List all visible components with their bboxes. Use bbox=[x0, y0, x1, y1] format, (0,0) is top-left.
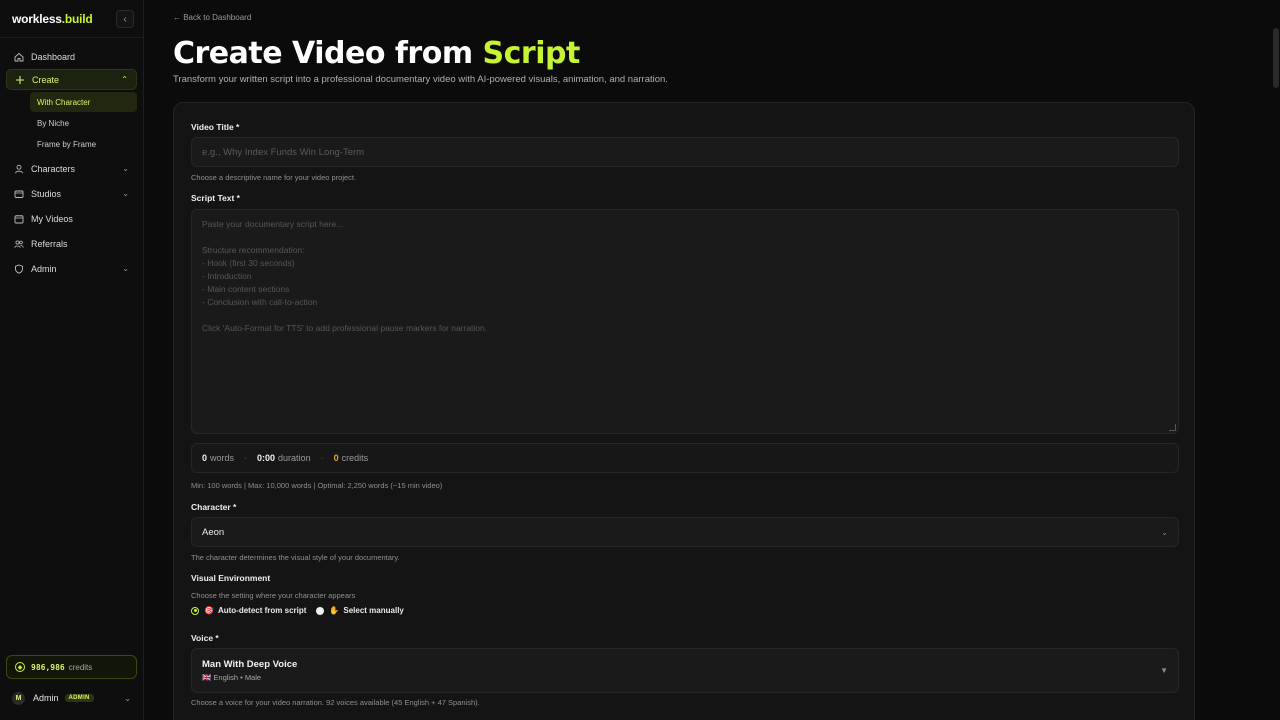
studio-icon bbox=[14, 189, 24, 199]
credits-label: credits bbox=[68, 662, 93, 672]
character-select[interactable]: Aeon ⌄ bbox=[191, 517, 1179, 547]
video-title-help: Choose a descriptive name for your video… bbox=[191, 173, 357, 182]
word-count: 0 bbox=[202, 453, 208, 463]
sidebar-item-admin[interactable]: Admin ⌄ bbox=[6, 258, 137, 279]
page-title-accent: Script bbox=[482, 36, 581, 71]
create-video-form: Video Title * e.g., Why Index Funds Win … bbox=[173, 102, 1195, 720]
users-icon bbox=[14, 239, 24, 249]
separator: · bbox=[320, 453, 324, 463]
script-placeholder-line: - Conclusion with call-to-action bbox=[202, 297, 318, 307]
option-auto-detect-label[interactable]: Auto-detect from script bbox=[218, 606, 306, 615]
scrollbar-thumb[interactable] bbox=[1273, 28, 1279, 88]
script-textarea[interactable]: Paste your documentary script here... St… bbox=[191, 209, 1179, 434]
chevron-down-icon: ⌄ bbox=[1161, 527, 1168, 537]
sidebar-subitem-with-character[interactable]: With Character bbox=[30, 92, 137, 112]
credits-cost: 0 bbox=[333, 453, 339, 463]
user-name: Admin bbox=[33, 693, 59, 703]
sidebar-item-label: Studios bbox=[31, 188, 62, 199]
hand-icon: ✋ bbox=[329, 606, 340, 615]
brand-tld: .build bbox=[61, 11, 93, 26]
sidebar-item-label: Referrals bbox=[31, 238, 68, 249]
plus-icon bbox=[15, 75, 25, 85]
credits-amount: 986,986 bbox=[31, 662, 65, 672]
main-content: ← Back to Dashboard Create Video from Sc… bbox=[144, 0, 1280, 720]
script-placeholder-line bbox=[202, 309, 1168, 322]
sidebar-item-dashboard[interactable]: Dashboard bbox=[6, 46, 137, 67]
visual-environment-help: Choose the setting where your character … bbox=[191, 591, 356, 600]
chevron-up-icon: ⌃ bbox=[121, 75, 128, 84]
radio-select-manually[interactable] bbox=[316, 606, 325, 615]
voice-meta: 🇬🇧 English • Male bbox=[202, 673, 262, 682]
sidebar-item-my-videos[interactable]: My Videos bbox=[6, 208, 137, 229]
script-placeholder-line: - Introduction bbox=[202, 271, 252, 281]
radio-auto-detect[interactable] bbox=[191, 606, 199, 615]
create-submenu: With Character By Niche Frame by Frame bbox=[6, 92, 137, 154]
visual-environment-options: 🎯 Auto-detect from script ✋ Select manua… bbox=[191, 606, 414, 615]
character-value: Aeon bbox=[202, 526, 225, 538]
duration-label: duration bbox=[278, 453, 311, 463]
brand-name: workless bbox=[12, 11, 62, 26]
sidebar-item-label: Characters bbox=[31, 163, 76, 174]
avatar: M bbox=[12, 691, 25, 705]
chevron-down-icon: ⌄ bbox=[122, 264, 129, 273]
page-subtitle: Transform your written script into a pro… bbox=[173, 74, 668, 85]
credits-balance[interactable]: ◆ 986,986 credits bbox=[6, 655, 137, 679]
sidebar-item-studios[interactable]: Studios ⌄ bbox=[6, 183, 137, 204]
sidebar-item-create[interactable]: Create ⌃ bbox=[6, 69, 137, 90]
script-placeholder-line: Paste your documentary script here... bbox=[202, 219, 344, 229]
sidebar-item-label: Dashboard bbox=[31, 51, 76, 62]
visual-environment-label: Visual Environment bbox=[191, 573, 271, 583]
word-limits-help: Min: 100 words | Max: 10,000 words | Opt… bbox=[191, 481, 443, 490]
script-placeholder-line: Click 'Auto-Format for TTS' to add profe… bbox=[202, 323, 488, 333]
sidebar-subitem-by-niche[interactable]: By Niche bbox=[30, 113, 137, 133]
sidebar-item-label: Create bbox=[32, 74, 60, 85]
target-icon: 🎯 bbox=[204, 606, 214, 615]
script-placeholder-line bbox=[202, 231, 1168, 244]
sidebar: workless.build ‹ Dashboard Create ⌃ With… bbox=[0, 0, 144, 720]
voice-help: Choose a voice for your video narration.… bbox=[191, 698, 480, 707]
coin-icon: ◆ bbox=[15, 662, 25, 672]
script-text-label: Script Text * bbox=[191, 193, 240, 203]
script-placeholder-line: - Main content sections bbox=[202, 284, 290, 294]
shield-icon bbox=[14, 264, 24, 274]
chevron-down-icon: ⌄ bbox=[124, 693, 131, 703]
role-badge: ADMIN bbox=[64, 694, 94, 702]
page-title-main: Create Video from bbox=[173, 36, 483, 71]
chevron-down-icon: ⌄ bbox=[122, 189, 129, 198]
caret-down-icon: ▼ bbox=[1160, 666, 1168, 675]
calendar-icon bbox=[14, 214, 24, 224]
user-menu[interactable]: M Admin ADMIN ⌄ bbox=[6, 688, 137, 708]
separator: · bbox=[244, 453, 248, 463]
voice-select[interactable]: Man With Deep Voice 🇬🇧 English • Male ▼ bbox=[191, 648, 1179, 693]
sidebar-item-referrals[interactable]: Referrals bbox=[6, 233, 137, 254]
back-to-dashboard-link[interactable]: ← Back to Dashboard bbox=[173, 13, 251, 22]
home-icon bbox=[14, 52, 24, 62]
sidebar-item-characters[interactable]: Characters ⌄ bbox=[6, 158, 137, 179]
collapse-sidebar-button[interactable]: ‹ bbox=[116, 10, 134, 28]
word-count-label: words bbox=[210, 453, 235, 463]
user-icon bbox=[14, 164, 24, 174]
page-title: Create Video from Script bbox=[173, 36, 580, 71]
character-label: Character * bbox=[191, 502, 237, 512]
sidebar-subitem-frame-by-frame[interactable]: Frame by Frame bbox=[30, 134, 137, 154]
voice-name: Man With Deep Voice bbox=[202, 659, 298, 670]
sidebar-item-label: Admin bbox=[31, 263, 57, 274]
script-placeholder-line: Structure recommendation: bbox=[202, 245, 305, 255]
video-title-input[interactable]: e.g., Why Index Funds Win Long-Term bbox=[191, 137, 1179, 167]
character-help: The character determines the visual styl… bbox=[191, 553, 400, 562]
sidebar-item-label: My Videos bbox=[31, 213, 73, 224]
script-placeholder-line: - Hook (first 30 seconds) bbox=[202, 258, 295, 268]
resize-handle[interactable] bbox=[1169, 424, 1176, 431]
option-select-manually-label[interactable]: Select manually bbox=[343, 606, 403, 615]
duration-value: 0:00 bbox=[257, 453, 276, 463]
page-scrollbar[interactable] bbox=[1272, 0, 1280, 720]
voice-label: Voice * bbox=[191, 633, 219, 643]
chevron-down-icon: ⌄ bbox=[122, 164, 129, 173]
credits-cost-label: credits bbox=[341, 453, 369, 463]
script-stats-bar: 0 words · 0:00 duration · 0 credits bbox=[191, 443, 1179, 473]
video-title-label: Video Title * bbox=[191, 122, 240, 132]
sidebar-nav: Dashboard Create ⌃ With Character By Nic… bbox=[0, 38, 143, 289]
